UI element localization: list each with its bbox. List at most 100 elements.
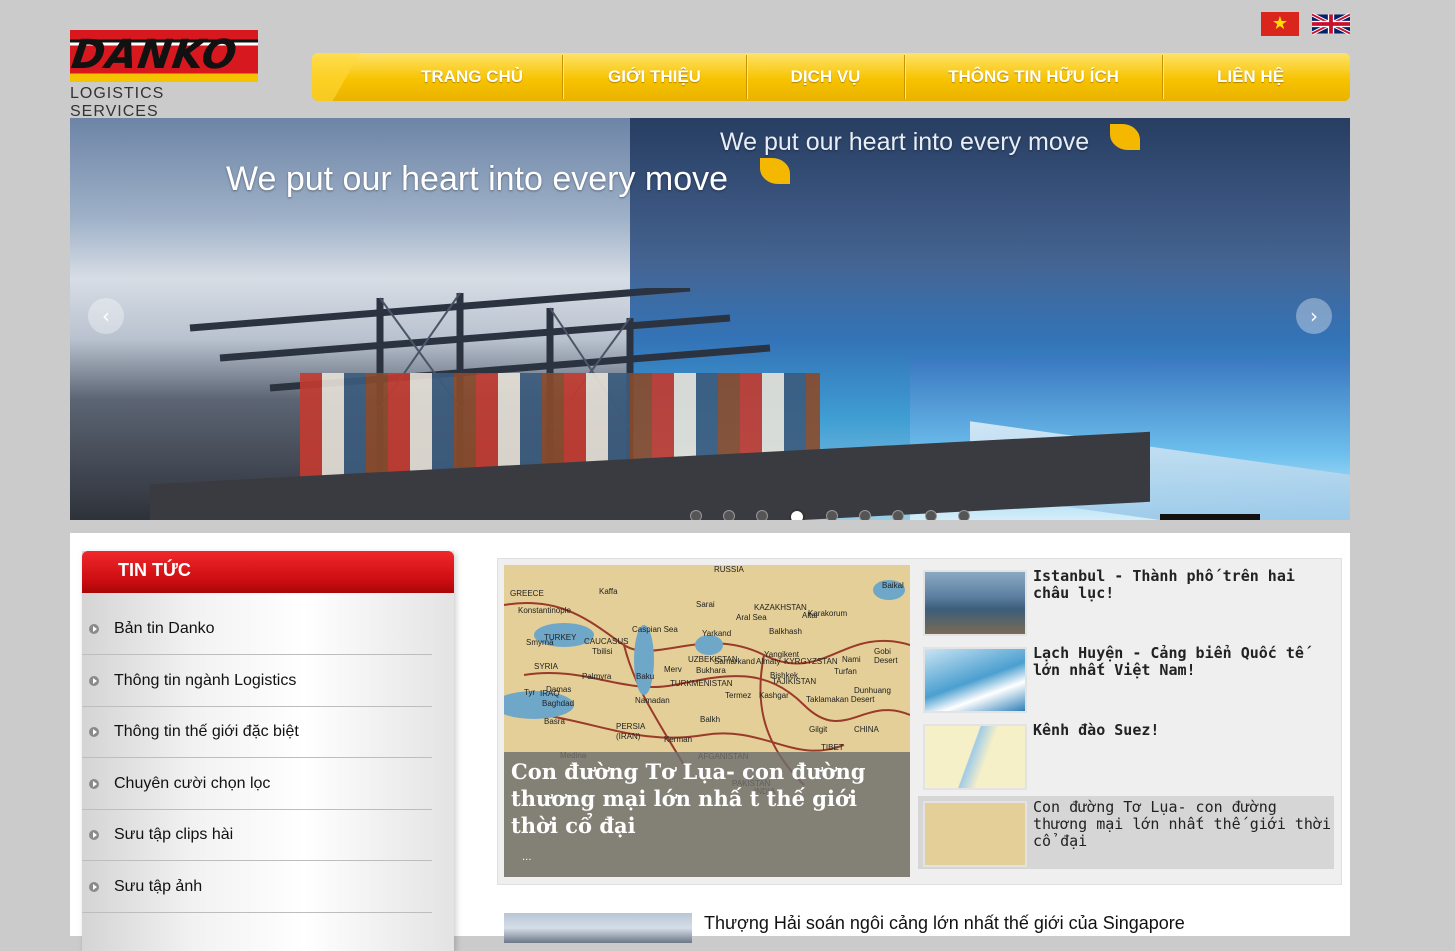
map-label: Baikal <box>882 581 904 590</box>
map-label: Baku <box>636 672 655 681</box>
sidebar-item-label: Chuyên cười chọn lọc <box>114 774 271 792</box>
map-label: Turfan <box>834 667 857 676</box>
slider-next-button[interactable]: › <box>1296 298 1332 334</box>
featured-caption-title: Con đường Tơ Lụa- con đường thương mại l… <box>511 759 866 838</box>
map-label: Nami <box>842 655 861 664</box>
sidebar-item-jokes[interactable]: Chuyên cười chọn lọc <box>82 758 432 810</box>
slider-dot[interactable] <box>892 510 904 520</box>
article-thumbnail[interactable] <box>504 913 692 943</box>
main-content: TIN TỨC Bản tin Danko Thông tin ngành Lo… <box>70 533 1350 951</box>
slider-dot[interactable] <box>756 510 768 520</box>
nav-item-useful-info[interactable]: THÔNG TIN HỮU ÍCH <box>905 53 1162 101</box>
map-label: Tyr <box>524 688 536 697</box>
port-photo-thumbnail <box>923 647 1027 713</box>
map-label: Gobi Desert <box>874 647 898 665</box>
map-label: RUSSIA <box>714 565 744 574</box>
news-sidebar: TIN TỨC Bản tin Danko Thông tin ngành Lo… <box>82 551 454 951</box>
nav-item-about[interactable]: GIỚI THIỆU <box>563 53 746 101</box>
sidebar-title: TIN TỨC <box>118 560 191 580</box>
bridge-photo-thumbnail <box>923 570 1027 636</box>
slider-slogan: We put our heart into every move <box>226 160 728 199</box>
nav-item-services[interactable]: DỊCH VỤ <box>747 53 904 101</box>
slider-dot[interactable] <box>690 510 702 520</box>
slider-dot[interactable] <box>723 510 735 520</box>
slider-dot[interactable] <box>859 510 871 520</box>
featured-caption[interactable]: Con đường Tơ Lụa- con đường thương mại l… <box>504 752 910 877</box>
slider-pagination <box>690 509 970 520</box>
map-label: Balkh <box>700 715 721 724</box>
map-label: Merv <box>664 665 682 674</box>
sidebar-item-photos[interactable]: Sưu tập ảnh <box>82 861 432 913</box>
news-item-title: Con đường Tơ Lụa- con đường thương mại l… <box>1033 798 1332 850</box>
uk-flag-icon <box>1311 12 1351 36</box>
sidebar-item-logistics-news[interactable]: Thông tin ngành Logistics <box>82 655 432 707</box>
logo-tagline: LOGISTICS SERVICES <box>70 85 165 120</box>
map-label: Palmyra <box>582 672 612 681</box>
bullet-arrow-icon <box>89 623 99 634</box>
map-label: Baghdad <box>542 699 575 708</box>
featured-image-silk-road-map[interactable]: Kaffa GREECE Konstantinople TURKEY CAUCASUS S… <box>504 565 910 877</box>
map-label: Almaty <box>756 657 781 666</box>
slogan-text-emphasis: every move <box>959 128 1090 156</box>
news-item-silk-road[interactable]: Con đường Tơ Lụa- con đường thương mại l… <box>918 796 1334 869</box>
article-title-link[interactable]: Thượng Hải soán ngôi cảng lớn nhất thế g… <box>704 913 1185 934</box>
nav-item-contact[interactable]: LIÊN HỆ <box>1163 53 1338 101</box>
slogan-text-light: We put our heart into <box>226 160 553 198</box>
news-item-title: Kênh đào Suez! <box>1033 721 1160 739</box>
map-label: TURKMENISTAN <box>670 679 733 688</box>
map-label: Smyrna <box>526 638 554 647</box>
slogan-text-light: We put our heart into <box>720 128 960 156</box>
slider-dot[interactable] <box>925 510 937 520</box>
news-item-lach-huyen[interactable]: Lạch Huyện - Cảng biển Quốc tế lớn nhất … <box>918 642 1334 715</box>
map-label: Basra <box>544 717 565 726</box>
map-label: Caspian Sea <box>632 625 678 634</box>
chevron-right-icon: › <box>1310 304 1318 328</box>
slider-dot[interactable] <box>789 509 805 520</box>
map-label: Taklamakan Desert <box>806 695 875 704</box>
map-label: Bukhara <box>696 666 726 675</box>
map-label: (IRAN) <box>616 732 641 741</box>
map-label: Yarkand <box>702 629 732 638</box>
nav-item-home[interactable]: TRANG CHỦ <box>382 53 562 101</box>
sidebar-item-world-news[interactable]: Thông tin thế giới đặc biệt <box>82 706 432 758</box>
main-nav: TRANG CHỦ GIỚI THIỆU DỊCH VỤ THÔNG TIN H… <box>312 53 1350 101</box>
map-label: Altai <box>802 611 818 620</box>
map-label: Kerman <box>664 735 693 744</box>
map-label: Termez <box>725 691 752 700</box>
map-label: Tbilisi <box>592 647 613 656</box>
sidebar-item-label: Sưu tập clips hài <box>114 825 234 843</box>
slider-dot[interactable] <box>826 510 838 520</box>
map-label: CAUCASUS <box>584 637 629 646</box>
map-label: CHINA <box>854 725 879 734</box>
slider-prev-button[interactable]: ‹ <box>88 298 124 334</box>
map-label: PERSIA <box>616 722 646 731</box>
news-item-suez[interactable]: Kênh đào Suez! <box>918 719 1334 792</box>
map-label: Konstantinople <box>518 606 571 615</box>
chevron-left-icon: ‹ <box>102 304 110 328</box>
map-label: Kashgar <box>759 691 789 700</box>
map-label: KAZAKHSTAN <box>754 603 807 612</box>
sidebar-item-funny-clips[interactable]: Sưu tập clips hài <box>82 809 432 861</box>
sidebar-item-danko-news[interactable]: Bản tin Danko <box>82 603 432 655</box>
news-item-istanbul[interactable]: Istanbul - Thành phố trên hai châu lục! <box>918 565 1334 638</box>
map-label: Namadan <box>635 696 670 705</box>
news-item-title: Lạch Huyện - Cảng biển Quốc tế lớn nhất … <box>1033 644 1304 679</box>
slider-slogan-secondary: We put our heart into every move <box>720 128 1089 157</box>
vietnamese-language-flag[interactable]: ★ <box>1261 12 1299 36</box>
map-label: Balkhash <box>769 627 802 636</box>
english-language-flag[interactable] <box>1311 12 1351 36</box>
sidebar-item-label: Sưu tập ảnh <box>114 877 203 895</box>
sidebar-header: TIN TỨC <box>82 551 454 593</box>
map-label: Aral Sea <box>736 613 767 622</box>
map-label: TIBET <box>821 743 844 752</box>
map-label: GREECE <box>510 589 544 598</box>
hero-slider: We put our heart into every move We put … <box>70 118 1350 520</box>
map-label: Kaffa <box>599 587 618 596</box>
map-label: SYRIA <box>534 662 559 671</box>
vietnam-flag-icon: ★ <box>1271 13 1289 34</box>
bullet-arrow-icon <box>89 829 99 840</box>
bullet-arrow-icon <box>89 778 99 789</box>
slider-dot[interactable] <box>958 510 970 520</box>
sidebar-item-label: Thông tin thế giới đặc biệt <box>114 722 299 740</box>
danko-logo[interactable]: DANKO LOGISTICS SERVICES <box>69 30 258 120</box>
